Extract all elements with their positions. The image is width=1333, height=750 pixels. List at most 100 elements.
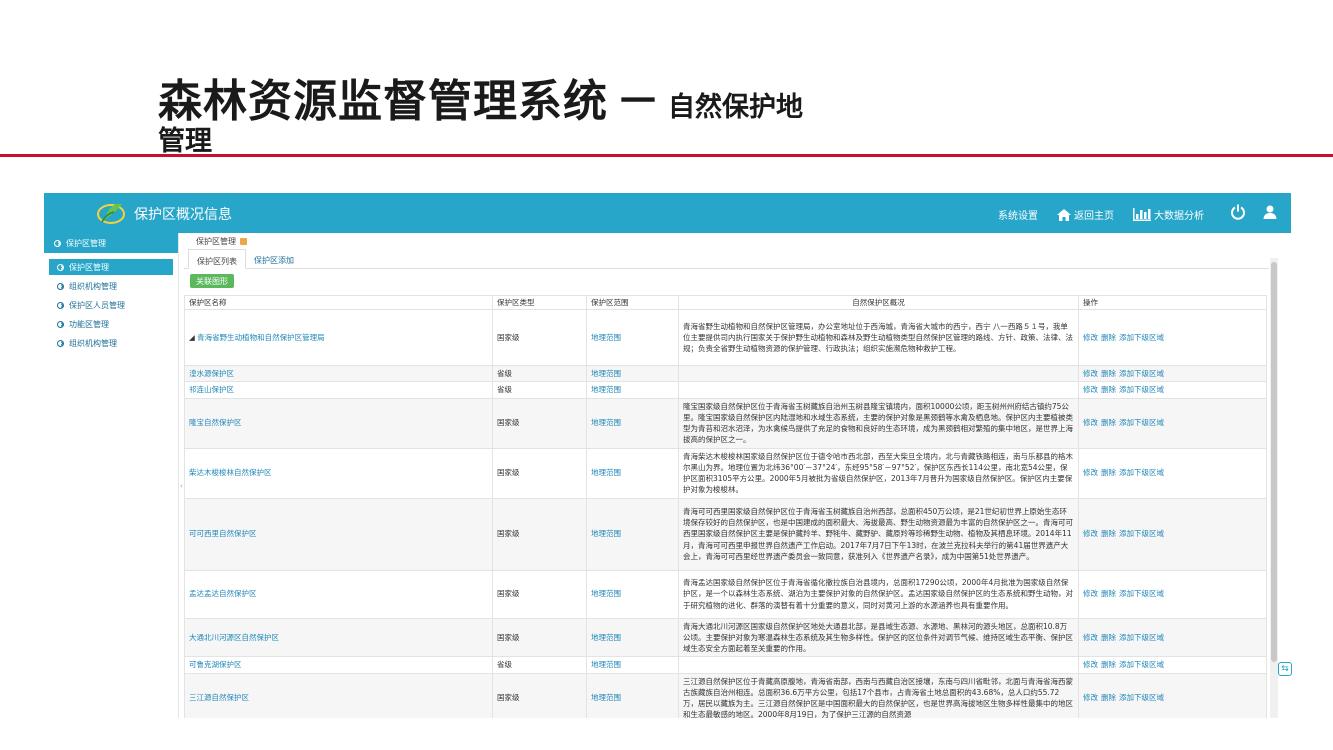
table-row: 可可西里自然保护区 国家级 地理范围 青海可可西里国家级自然保护区位于青海省玉树藏族自… [184,497,1267,571]
logo-icon [97,203,125,224]
range-link[interactable]: 地理范围 [591,333,621,342]
delete-link[interactable]: 删除 [1101,633,1116,642]
edit-link[interactable]: 修改 [1083,333,1098,342]
range-link[interactable]: 地理范围 [591,660,621,669]
add-subarea-link[interactable]: 添加下级区域 [1119,693,1164,702]
edit-link[interactable]: 修改 [1083,529,1098,538]
delete-link[interactable]: 删除 [1101,660,1116,669]
area-name-link[interactable]: 可可西里自然保护区 [189,529,257,538]
range-link[interactable]: 地理范围 [591,529,621,538]
home-icon [1057,208,1071,221]
row-name-cell: 祁连山保护区 [184,381,493,399]
col-header-name[interactable]: 保护区名称 [184,295,493,310]
area-name-link[interactable]: 三江源自然保护区 [189,693,249,702]
sidebar-item-org-2[interactable]: 组织机构管理 [49,335,173,351]
tab-list[interactable]: 保护区列表 [188,249,246,269]
delete-link[interactable]: 删除 [1101,418,1116,427]
range-link[interactable]: 地理范围 [591,385,621,394]
sidebar-item-protected-area[interactable]: 保护区管理 [49,259,173,275]
user-icon[interactable] [1262,204,1278,220]
row-range-cell: 地理范围 [586,617,679,658]
area-name-link[interactable]: 湟水源保护区 [189,369,234,378]
range-link[interactable]: 地理范围 [591,418,621,427]
edit-link[interactable]: 修改 [1083,660,1098,669]
add-subarea-link[interactable]: 添加下级区域 [1119,660,1164,669]
area-name-link[interactable]: 青海省野生动植物和自然保护区管理局 [197,333,325,342]
add-subarea-link[interactable]: 添加下级区域 [1119,418,1164,427]
row-range-cell: 地理范围 [586,656,679,674]
sidebar-item-zones[interactable]: 功能区管理 [49,316,173,332]
range-link[interactable]: 地理范围 [591,633,621,642]
edit-link[interactable]: 修改 [1083,693,1098,702]
row-name-cell: 湟水源保护区 [184,364,493,383]
table-row: 可鲁克湖保护区 省级 地理范围 修改 删除 添加下级区域 [184,656,1267,674]
row-desc-cell: 青海可可西里国家级自然保护区位于青海省玉树藏族自治州西部，总面积450万公顷，是… [678,497,1079,571]
scrollbar-thumb[interactable] [1271,262,1277,662]
row-desc-cell: 青海省野生动植物和自然保护区管理局，办公室地址位于西海城，青海省大城市的西宁，西… [678,309,1079,366]
add-subarea-link[interactable]: 添加下级区域 [1119,529,1164,538]
row-ops-cell: 修改 删除 添加下级区域 [1078,381,1267,399]
add-subarea-link[interactable]: 添加下级区域 [1119,333,1164,342]
delete-link[interactable]: 删除 [1101,589,1116,598]
edit-link[interactable]: 修改 [1083,589,1098,598]
settings-link[interactable]: 系统设置 [998,207,1038,222]
row-ops-cell: 修改 删除 添加下级区域 [1078,447,1267,499]
area-name-link[interactable]: 柴达木梭梭林自然保护区 [189,468,272,477]
sidebar-header[interactable]: 保护区管理 [44,233,178,253]
edit-link[interactable]: 修改 [1083,385,1098,394]
add-subarea-link[interactable]: 添加下级区域 [1119,589,1164,598]
row-name-cell: ◢ 青海省野生动植物和自然保护区管理局 [184,309,493,366]
sidebar-item-org[interactable]: 组织机构管理 [49,278,173,294]
delete-link[interactable]: 删除 [1101,369,1116,378]
row-range-cell: 地理范围 [586,309,679,366]
app-screenshot: 保护区概况信息 系统设置 返回主页 大数据分析 保护区管理 保护区管理 组织机构… [44,193,1291,718]
delete-link[interactable]: 删除 [1101,333,1116,342]
slide-title: 森林资源监督管理系统－自然保护地 管理 [158,80,858,156]
col-header-range[interactable]: 保护区范围 [586,295,679,310]
add-subarea-link[interactable]: 添加下级区域 [1119,369,1164,378]
circle-chevron-icon [57,263,64,271]
power-icon[interactable] [1230,204,1246,220]
delete-link[interactable]: 删除 [1101,693,1116,702]
tab-add[interactable]: 保护区添加 [246,249,302,269]
app-header: 保护区概况信息 系统设置 返回主页 大数据分析 [44,193,1291,233]
expand-triangle-icon[interactable]: ◢ [189,333,197,342]
area-name-link[interactable]: 大通北川河源区自然保护区 [189,633,279,642]
delete-link[interactable]: 删除 [1101,385,1116,394]
row-type-cell: 国家级 [492,617,587,658]
row-range-cell: 地理范围 [586,364,679,383]
add-subarea-link[interactable]: 添加下级区域 [1119,468,1164,477]
col-header-desc[interactable]: 自然保护区概况 [678,295,1079,310]
add-subarea-link[interactable]: 添加下级区域 [1119,633,1164,642]
range-link[interactable]: 地理范围 [591,693,621,702]
delete-link[interactable]: 删除 [1101,529,1116,538]
add-subarea-link[interactable]: 添加下级区域 [1119,385,1164,394]
edit-link[interactable]: 修改 [1083,418,1098,427]
sidebar-header-label: 保护区管理 [66,238,106,248]
edit-link[interactable]: 修改 [1083,369,1098,378]
area-name-link[interactable]: 祁连山保护区 [189,385,234,394]
row-desc-cell: 青海大通北川河源区国家级自然保护区地处大通县北部，是县域生态源、水源地、黑林河的… [678,617,1079,658]
scrollbar[interactable] [1270,258,1278,718]
sidebar-item-label: 组织机构管理 [69,281,117,291]
row-ops-cell: 修改 删除 添加下级区域 [1078,656,1267,674]
delete-link[interactable]: 删除 [1101,468,1116,477]
range-link[interactable]: 地理范围 [591,468,621,477]
row-desc-cell: 青海柴达木梭梭林国家级自然保护区位于德令哈市西北部，西至大柴旦全境内，北与青藏铁… [678,447,1079,499]
col-header-type[interactable]: 保护区类型 [492,295,587,310]
float-toggle-icon[interactable]: ⇆ [1278,662,1292,676]
area-name-link[interactable]: 可鲁克湖保护区 [189,660,242,669]
edit-link[interactable]: 修改 [1083,633,1098,642]
row-ops-cell: 修改 删除 添加下级区域 [1078,397,1267,449]
link-shapes-button[interactable]: 关联图形 [190,274,234,288]
edit-link[interactable]: 修改 [1083,468,1098,477]
row-ops-cell: 修改 删除 添加下级区域 [1078,497,1267,571]
sidebar-item-staff[interactable]: 保护区人员管理 [49,297,173,313]
area-name-link[interactable]: 孟达孟达自然保护区 [189,589,257,598]
range-link[interactable]: 地理范围 [591,589,621,598]
area-name-link[interactable]: 隆宝自然保护区 [189,418,242,427]
home-link[interactable]: 返回主页 [1057,207,1114,222]
range-link[interactable]: 地理范围 [591,369,621,378]
table-row: 三江源自然保护区 国家级 地理范围 三江源自然保护区位于青藏高原腹地，青海省南部，西南… [184,672,1267,718]
bigdata-link[interactable]: 大数据分析 [1133,207,1204,222]
